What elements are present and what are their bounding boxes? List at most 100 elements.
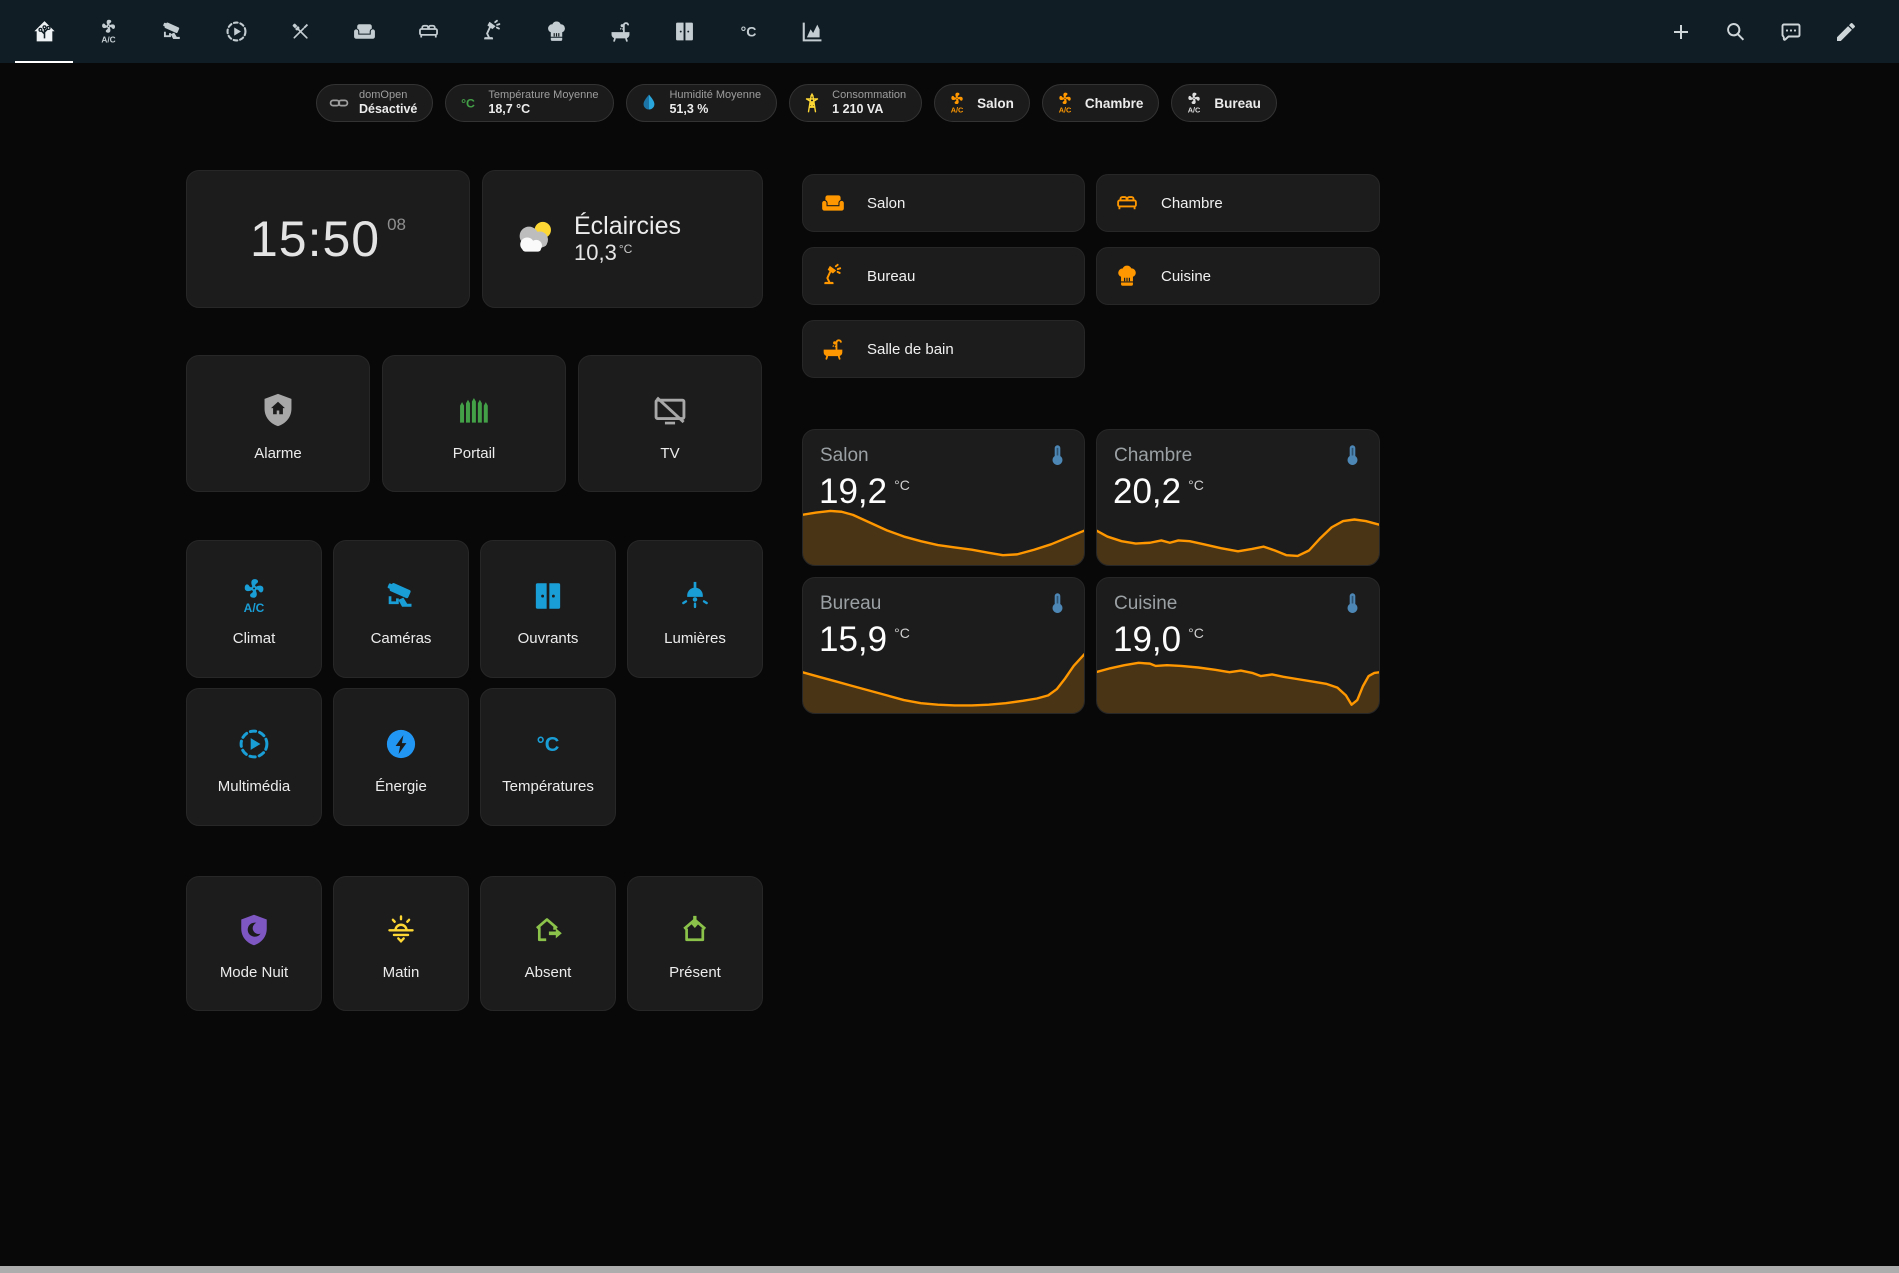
chips-row: domOpen Désactivé Température Moyenne 18… [316, 84, 1382, 122]
fan-ac-icon [96, 19, 121, 44]
water-drop-icon [638, 92, 660, 114]
temp-graph-salon[interactable]: Salon 19,2°C [802, 429, 1085, 566]
temp-graph-cuisine[interactable]: Cuisine 19,0°C [1096, 577, 1380, 714]
chip-average-temperature[interactable]: Température Moyenne 18,7 °C [445, 84, 614, 122]
tab-home[interactable] [12, 0, 76, 63]
graph-unit: °C [1188, 625, 1204, 641]
assist-button[interactable] [1763, 0, 1818, 63]
search-button[interactable] [1708, 0, 1763, 63]
desk-lamp-icon [480, 19, 505, 44]
room-button-bureau[interactable]: Bureau [802, 247, 1085, 305]
tile-matin[interactable]: Matin [333, 876, 469, 1011]
tile-mode-nuit[interactable]: Mode Nuit [186, 876, 322, 1011]
clock-seconds: 08 [387, 215, 406, 235]
chip-ac-salon[interactable]: Salon [934, 84, 1030, 122]
tile-label: Caméras [371, 630, 432, 647]
tab-multimedia[interactable] [204, 0, 268, 63]
link-icon [328, 92, 350, 114]
tab-tools[interactable] [268, 0, 332, 63]
temperature-sparkline [802, 652, 1085, 714]
fan-ac-icon [946, 92, 968, 114]
bathtub-icon [608, 19, 633, 44]
weather-unit: °C [619, 242, 632, 256]
tile-energie[interactable]: Énergie [333, 688, 469, 826]
temperature-celsius-icon [530, 726, 566, 762]
play-speed-icon [224, 19, 249, 44]
chip-average-humidity[interactable]: Humidité Moyenne 51,3 % [626, 84, 777, 122]
tile-label: Présent [669, 964, 721, 981]
door-icon [672, 19, 697, 44]
temperature-sparkline [802, 504, 1085, 566]
cctv-icon [383, 578, 419, 614]
tile-lumieres[interactable]: Lumières [627, 540, 763, 678]
chip-label: Salon [977, 96, 1014, 111]
bathtub-icon [820, 336, 846, 362]
dashboard-view: domOpen Désactivé Température Moyenne 18… [186, 84, 1382, 1011]
chip-ac-chambre[interactable]: Chambre [1042, 84, 1160, 122]
graph-unit: °C [894, 625, 910, 641]
tab-bedroom[interactable] [396, 0, 460, 63]
graph-room-name: Chambre [1114, 445, 1192, 467]
edit-dashboard-button[interactable] [1818, 0, 1873, 63]
thermometer-icon [1044, 442, 1071, 469]
room-button-salon[interactable]: Salon [802, 174, 1085, 232]
temp-graph-bureau[interactable]: Bureau 15,9°C [802, 577, 1085, 714]
chip-consumption[interactable]: Consommation 1 210 VA [789, 84, 922, 122]
tile-absent[interactable]: Absent [480, 876, 616, 1011]
shield-home-icon [259, 391, 297, 429]
chip-ac-bureau[interactable]: Bureau [1171, 84, 1277, 122]
fan-ac-icon [236, 578, 272, 614]
tab-temperatures[interactable] [716, 0, 780, 63]
tab-office[interactable] [460, 0, 524, 63]
clock-card: 15:50 08 [186, 170, 470, 308]
chef-hat-icon [544, 19, 569, 44]
graph-unit: °C [894, 477, 910, 493]
tab-charts[interactable] [780, 0, 844, 63]
room-label: Cuisine [1161, 268, 1211, 285]
tile-ouvrants[interactable]: Ouvrants [480, 540, 616, 678]
sofa-icon [352, 19, 377, 44]
temperature-graphs: Salon 19,2°C Chambre 20,2°C Bure [802, 429, 1380, 714]
room-button-chambre[interactable]: Chambre [1096, 174, 1380, 232]
room-button-salle-de-bain[interactable]: Salle de bain [802, 320, 1085, 378]
tile-multimedia[interactable]: Multimédia [186, 688, 322, 826]
bed-icon [416, 19, 441, 44]
tile-alarme[interactable]: Alarme [186, 355, 370, 492]
graph-room-name: Bureau [820, 593, 881, 615]
tile-climat[interactable]: Climat [186, 540, 322, 678]
partly-cloudy-icon [511, 215, 559, 263]
app-bar [0, 0, 1899, 63]
tile-tv[interactable]: TV [578, 355, 762, 492]
left-column: 15:50 08 Éclaircies 10,3°C Alarme [186, 170, 763, 1011]
transmission-tower-icon [801, 92, 823, 114]
chip-value: 18,7 °C [488, 102, 598, 116]
tile-label: Températures [502, 778, 594, 795]
chip-title: Consommation [832, 89, 906, 102]
temp-graph-chambre[interactable]: Chambre 20,2°C [1096, 429, 1380, 566]
tab-bathroom[interactable] [588, 0, 652, 63]
tile-temperatures[interactable]: Températures [480, 688, 616, 826]
ceiling-light-icon [677, 578, 713, 614]
room-button-cuisine[interactable]: Cuisine [1096, 247, 1380, 305]
tab-kitchen[interactable] [524, 0, 588, 63]
room-label: Salon [867, 195, 905, 212]
tile-label: Lumières [664, 630, 726, 647]
tile-present[interactable]: Présent [627, 876, 763, 1011]
add-button[interactable] [1653, 0, 1708, 63]
shield-moon-icon [236, 912, 272, 948]
weather-card[interactable]: Éclaircies 10,3°C [482, 170, 763, 308]
tab-openings[interactable] [652, 0, 716, 63]
thermometer-icon [1339, 442, 1366, 469]
home-import-icon [677, 912, 713, 948]
tab-climate[interactable] [76, 0, 140, 63]
tab-living-room[interactable] [332, 0, 396, 63]
sofa-icon [820, 190, 846, 216]
chip-domopen[interactable]: domOpen Désactivé [316, 84, 433, 122]
tile-cameras[interactable]: Caméras [333, 540, 469, 678]
gate-icon [455, 391, 493, 429]
horizontal-scrollbar[interactable] [0, 1266, 1899, 1273]
bed-icon [1114, 190, 1140, 216]
play-speed-icon [236, 726, 272, 762]
tab-cameras[interactable] [140, 0, 204, 63]
tile-portail[interactable]: Portail [382, 355, 566, 492]
